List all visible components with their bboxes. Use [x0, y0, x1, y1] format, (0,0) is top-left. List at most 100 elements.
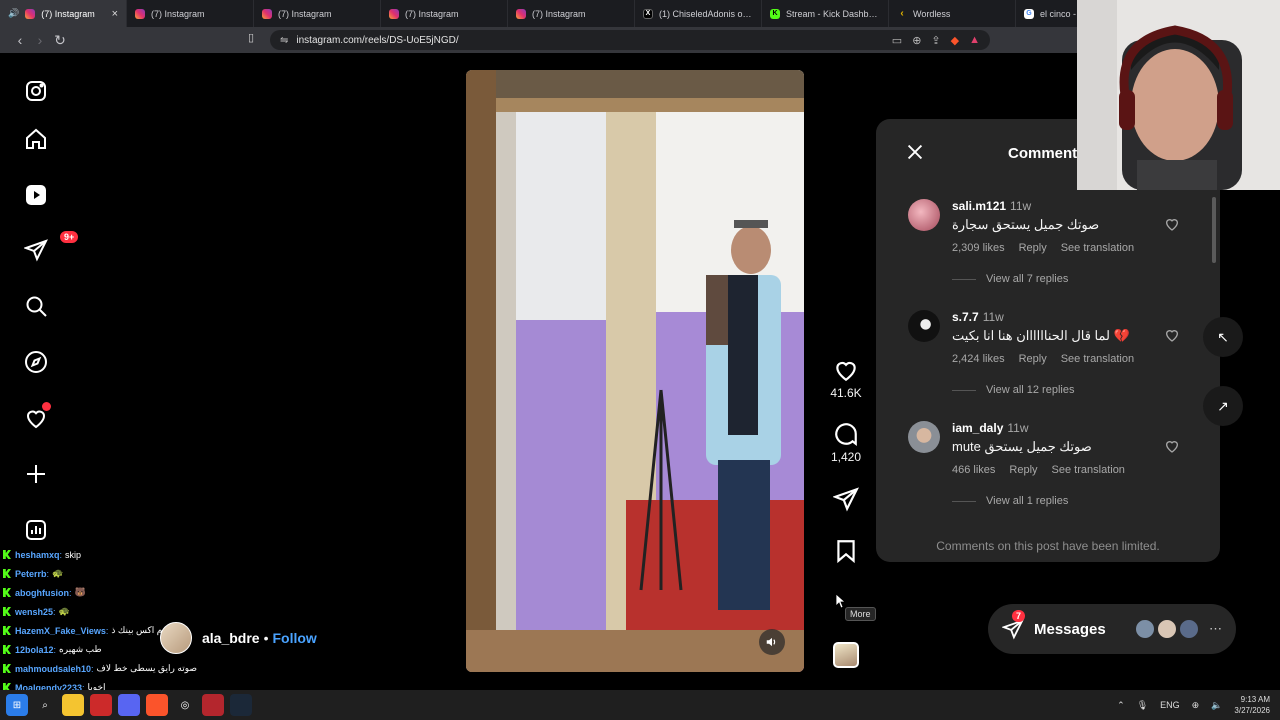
clock[interactable]: 9:13 AM 3/27/2026	[1234, 694, 1270, 716]
webcam-feed	[1077, 0, 1280, 190]
reply-button[interactable]: Reply	[1019, 353, 1047, 365]
search-icon[interactable]: ⌕	[34, 694, 56, 716]
app-icon[interactable]	[90, 694, 112, 716]
browser-tab[interactable]: (7) Instagram	[254, 0, 381, 27]
previous-reel-button[interactable]: ↖	[1203, 317, 1243, 357]
comment-likes[interactable]: 2,309 likes	[952, 242, 1005, 254]
file-explorer-icon[interactable]	[62, 694, 84, 716]
kick-icon	[3, 645, 11, 654]
browser-tab[interactable]: ‹ Wordless	[889, 0, 1016, 27]
messages-label: Messages	[1034, 620, 1106, 638]
notifications-icon[interactable]	[22, 402, 51, 432]
heart-icon[interactable]	[1164, 327, 1180, 343]
panel-title: Comments	[1008, 145, 1086, 162]
direct-icon: 7	[1001, 610, 1026, 640]
explore-icon[interactable]	[22, 348, 50, 376]
url-text: instagram.com/reels/DS-UoE5jNGD/	[296, 34, 459, 46]
brave-rewards-icon[interactable]: ▲	[969, 34, 980, 47]
comment-likes[interactable]: 466 likes	[952, 464, 995, 476]
avatar[interactable]	[908, 199, 940, 231]
browser-tab[interactable]: (7) Instagram	[381, 0, 508, 27]
heart-icon[interactable]	[1164, 216, 1180, 232]
browser-tab[interactable]: 🔊 (7) Instagram ×	[0, 0, 127, 27]
view-replies-button[interactable]: View all 1 replies	[952, 495, 1068, 507]
author-username[interactable]: ala_bdre	[202, 630, 260, 646]
site-info-icon[interactable]: ⇋	[280, 35, 288, 46]
obs-icon[interactable]: ◎	[174, 694, 196, 716]
instagram-icon	[389, 8, 399, 19]
instagram-logo-icon[interactable]	[22, 77, 50, 105]
comment-username[interactable]: iam_daly 11w	[952, 421, 1029, 435]
close-icon[interactable]	[904, 141, 926, 163]
brave-shield-icon[interactable]: ◆	[951, 34, 959, 47]
search-icon[interactable]	[22, 292, 50, 320]
wordless-icon: ‹	[900, 8, 904, 19]
microphone-icon[interactable]: 🎙	[1137, 700, 1148, 711]
dashboard-icon[interactable]	[22, 516, 50, 544]
chat-message: heshamxq: skip	[3, 545, 333, 564]
zoom-icon[interactable]: ⊕	[912, 34, 921, 47]
browser-tab[interactable]: X (1) ChiseledAdonis on X: "	[635, 0, 762, 27]
next-reel-button[interactable]: ↗	[1203, 386, 1243, 426]
avatar[interactable]	[908, 421, 940, 453]
heart-icon[interactable]	[833, 357, 859, 383]
avatar[interactable]	[160, 622, 192, 654]
google-icon: G	[1024, 8, 1034, 19]
bookmark-icon[interactable]	[833, 538, 859, 564]
comments-limited-notice: Comments on this post have been limited.	[936, 539, 1160, 553]
chat-username: 12bola12	[15, 644, 54, 655]
cast-icon[interactable]: ▭	[892, 34, 902, 47]
address-bar[interactable]: ⇋ instagram.com/reels/DS-UoE5jNGD/ ▭ ⊕ ⇪…	[270, 30, 990, 50]
reply-button[interactable]: Reply	[1019, 242, 1047, 254]
scrollbar[interactable]	[1212, 197, 1216, 263]
share-icon[interactable]: ⇪	[931, 34, 940, 47]
language-indicator[interactable]: ENG	[1160, 700, 1180, 710]
chevron-up-icon[interactable]: ⌃	[1117, 700, 1125, 711]
forward-icon[interactable]: ›	[30, 32, 50, 48]
browser-tab[interactable]: (7) Instagram	[508, 0, 635, 27]
discord-icon[interactable]	[118, 694, 140, 716]
home-icon[interactable]	[22, 125, 50, 153]
chat-text: skip	[65, 549, 82, 560]
app-icon[interactable]	[202, 694, 224, 716]
comment-icon[interactable]	[833, 421, 859, 447]
network-icon[interactable]: ⊕	[1192, 700, 1200, 711]
share-icon[interactable]	[831, 486, 859, 512]
avatar	[1179, 619, 1199, 639]
tab-title: (7) Instagram	[278, 8, 332, 19]
reel-video[interactable]	[466, 70, 804, 672]
volume-icon[interactable]	[759, 629, 785, 655]
translate-button[interactable]: See translation	[1061, 353, 1134, 365]
speaker-icon[interactable]: 🔊	[8, 8, 19, 19]
audio-thumbnail[interactable]	[833, 642, 859, 668]
volume-icon[interactable]: 🔈	[1211, 700, 1222, 711]
back-icon[interactable]: ‹	[10, 32, 30, 48]
translate-button[interactable]: See translation	[1052, 464, 1125, 476]
direct-icon[interactable]: 9+	[22, 229, 81, 264]
reply-button[interactable]: Reply	[1009, 464, 1037, 476]
heart-icon[interactable]	[1164, 438, 1180, 454]
comment-likes[interactable]: 2,424 likes	[952, 353, 1005, 365]
close-tab-icon[interactable]: ×	[112, 8, 118, 20]
view-replies-button[interactable]: View all 12 replies	[952, 384, 1074, 396]
comment-username[interactable]: s.7.7 11w	[952, 310, 1004, 324]
windows-start-icon[interactable]: ⊞	[6, 694, 28, 716]
steam-icon[interactable]	[230, 694, 252, 716]
chat-username: mahmoudsaleh10	[15, 663, 92, 674]
bookmark-icon[interactable]: ▯	[248, 31, 254, 44]
translate-button[interactable]: See translation	[1061, 242, 1134, 254]
comment-text: لما قال الحناااااان هنا انا بكيت 💔	[952, 328, 1130, 343]
reels-icon[interactable]	[22, 181, 50, 209]
browser-tab[interactable]: K Stream - Kick Dashboard	[762, 0, 889, 27]
tab-title: (7) Instagram	[41, 8, 95, 19]
view-replies-button[interactable]: View all 7 replies	[952, 273, 1068, 285]
comment-username[interactable]: sali.m121 11w	[952, 199, 1031, 213]
messages-button[interactable]: 7 Messages ⋯	[988, 604, 1236, 654]
brave-browser-icon[interactable]	[146, 694, 168, 716]
avatar[interactable]	[908, 310, 940, 342]
create-icon[interactable]	[22, 460, 50, 488]
tab-title: (1) ChiseledAdonis on X: "	[659, 8, 753, 19]
browser-tab[interactable]: (7) Instagram	[127, 0, 254, 27]
reload-icon[interactable]: ↻	[50, 32, 70, 49]
follow-button[interactable]: Follow	[273, 630, 317, 646]
